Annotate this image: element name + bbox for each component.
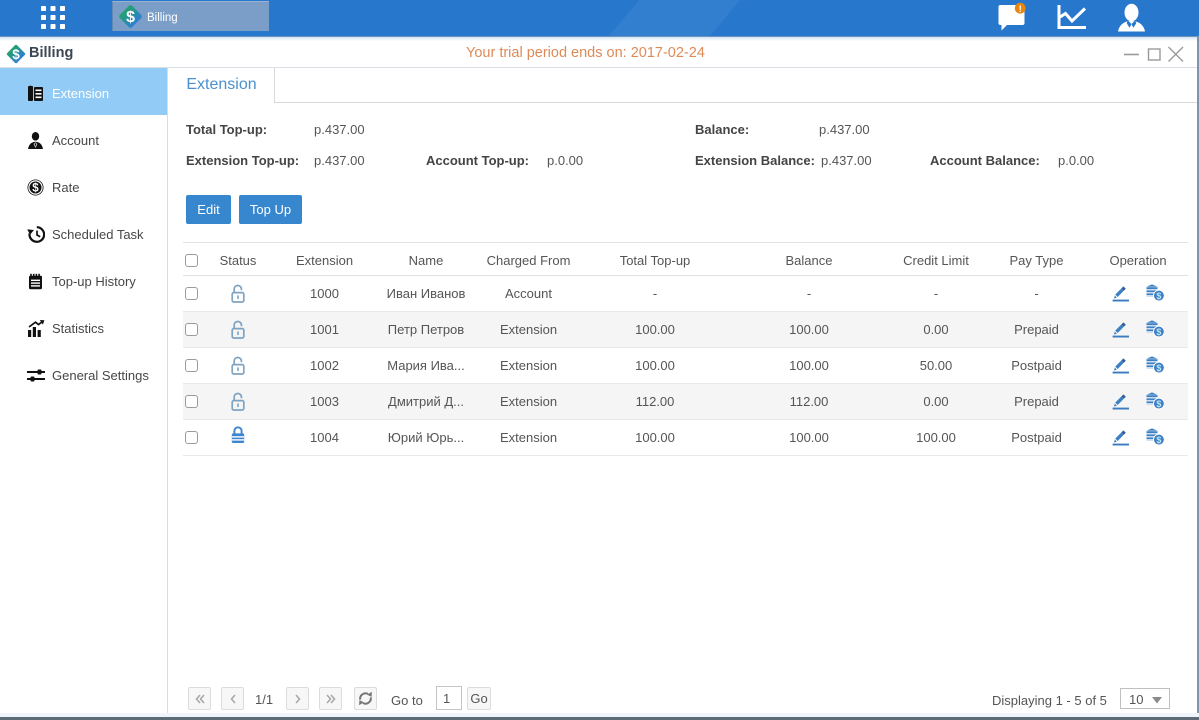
svg-text:$: $ [12,47,20,62]
svg-text:$: $ [126,9,135,26]
svg-text:$: $ [32,183,39,195]
svg-text:!: ! [1019,4,1022,15]
